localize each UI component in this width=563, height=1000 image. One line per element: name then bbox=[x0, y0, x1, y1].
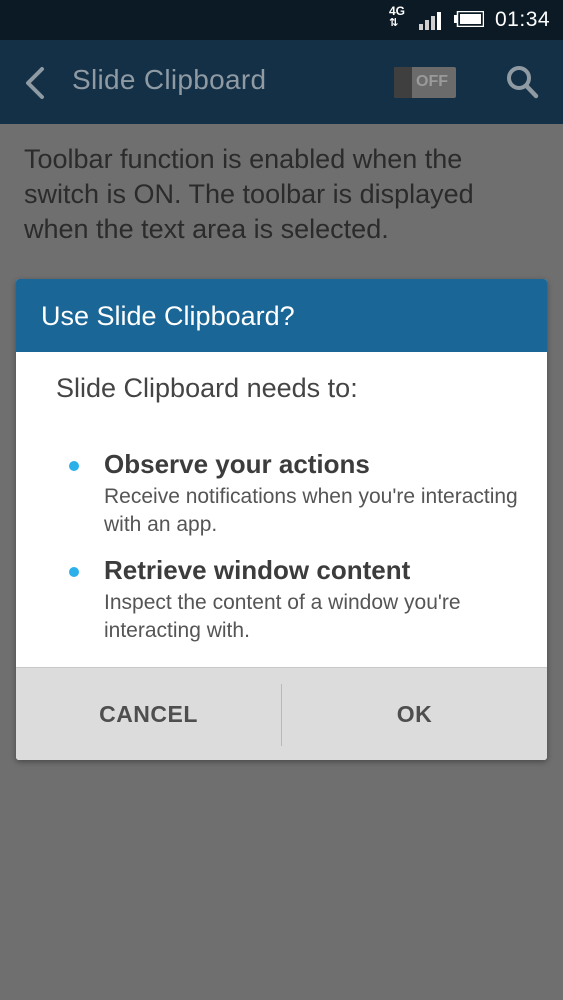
toggle-label: OFF bbox=[416, 73, 448, 90]
clock: 01:34 bbox=[495, 8, 551, 31]
toggle-knob bbox=[394, 67, 412, 98]
bullet-icon bbox=[69, 567, 79, 577]
cancel-button[interactable]: CANCEL bbox=[16, 668, 281, 760]
network-type: 4G bbox=[389, 4, 406, 18]
dialog-header: Use Slide Clipboard? bbox=[16, 279, 547, 352]
dialog-actions: CANCEL OK bbox=[16, 667, 547, 760]
page-title: Slide Clipboard bbox=[72, 64, 267, 95]
permission-dialog: Use Slide Clipboard? Slide Clipboard nee… bbox=[16, 279, 547, 760]
permission-description: Receive notifications when you're intera… bbox=[104, 485, 518, 536]
status-bar: 4G ⇅ 01:34 bbox=[0, 0, 563, 40]
permission-title: Observe your actions bbox=[104, 449, 370, 479]
feature-toggle[interactable]: OFF bbox=[394, 67, 456, 98]
app-bar: Slide Clipboard OFF bbox=[0, 40, 563, 124]
dialog-intro: Slide Clipboard needs to: bbox=[56, 373, 358, 403]
dialog-title: Use Slide Clipboard? bbox=[41, 301, 295, 331]
ok-button[interactable]: OK bbox=[282, 668, 547, 760]
bullet-icon bbox=[69, 461, 79, 471]
back-icon[interactable] bbox=[22, 66, 48, 100]
search-icon[interactable] bbox=[505, 64, 539, 100]
signal-icon bbox=[419, 12, 441, 30]
data-arrows-icon: ⇅ bbox=[389, 17, 399, 29]
permission-title: Retrieve window content bbox=[104, 555, 411, 585]
permission-description: Inspect the content of a window you're i… bbox=[104, 591, 461, 642]
feature-description: Toolbar function is enabled when the swi… bbox=[24, 144, 474, 244]
network-indicator: 4G ⇅ bbox=[389, 5, 405, 29]
battery-icon bbox=[454, 11, 484, 27]
